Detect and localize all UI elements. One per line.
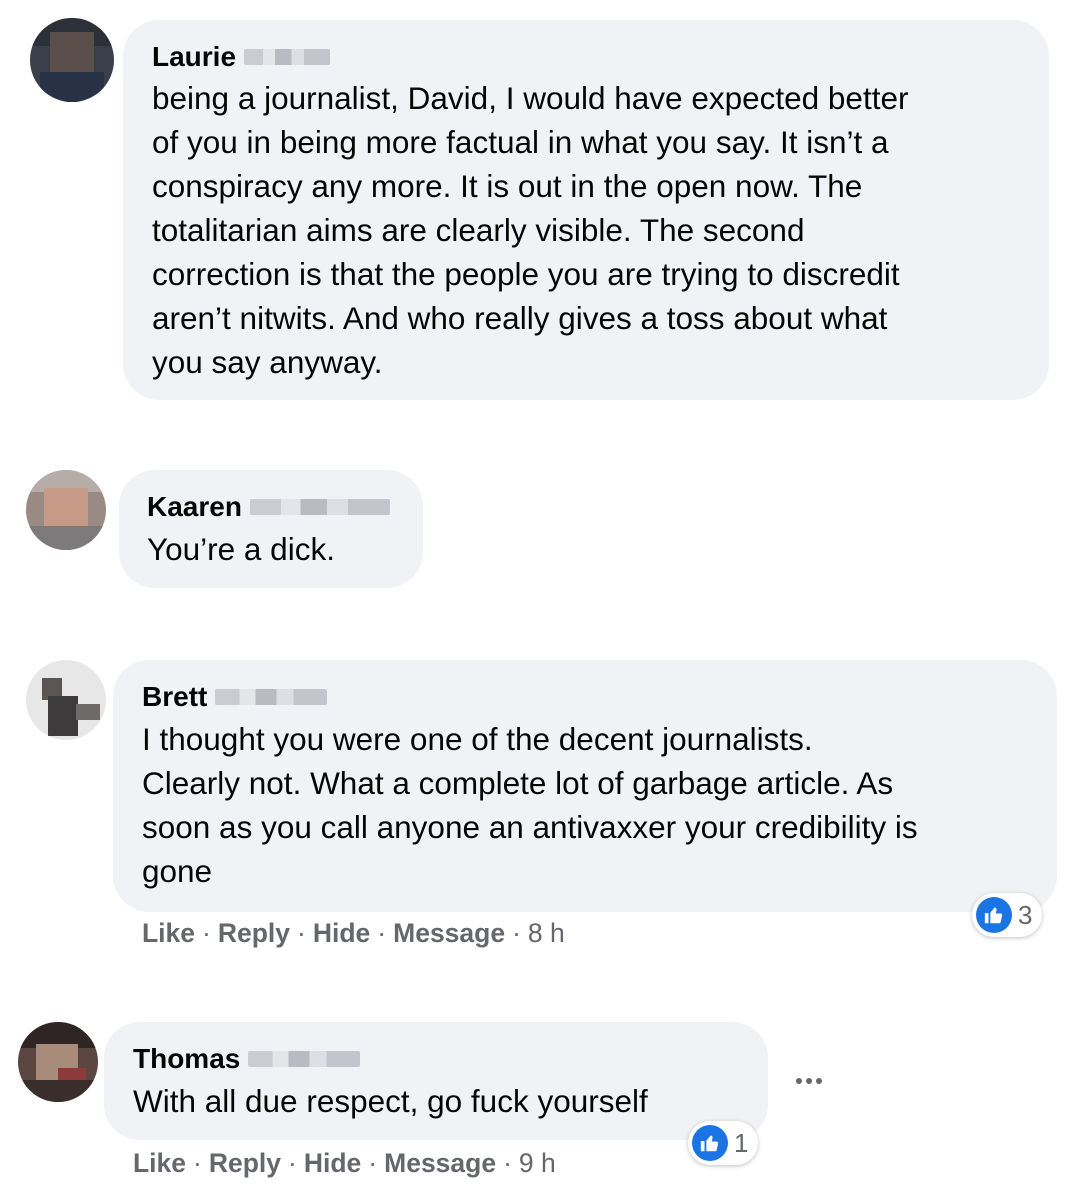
hide-button[interactable]: Hide xyxy=(304,1148,361,1179)
separator: · xyxy=(368,1148,378,1178)
avatar[interactable] xyxy=(30,18,114,102)
dot xyxy=(816,1078,822,1084)
redacted-surname xyxy=(215,689,328,705)
reaction-count: 1 xyxy=(734,1127,749,1158)
comment-author[interactable]: Kaaren xyxy=(147,490,390,524)
avatar[interactable] xyxy=(26,660,106,740)
comment-timestamp[interactable]: 9 h xyxy=(519,1148,556,1179)
comment-timestamp[interactable]: 8 h xyxy=(528,918,565,949)
comment-line: You’re a dick. xyxy=(147,531,335,567)
comment-line: gone xyxy=(142,853,213,889)
comment-line: Clearly not. What a complete lot of garb… xyxy=(142,765,894,801)
hide-button[interactable]: Hide xyxy=(313,918,370,949)
comment-line: I thought you were one of the decent jou… xyxy=(142,721,813,757)
redacted-surname xyxy=(249,499,390,515)
comment-author[interactable]: Laurie xyxy=(152,40,331,74)
comment-text: You’re a dick. xyxy=(147,527,335,571)
author-name[interactable]: Laurie xyxy=(152,40,236,74)
reaction-count-badge[interactable]: 3 xyxy=(972,893,1043,937)
reaction-count-badge[interactable]: 1 xyxy=(688,1121,759,1165)
like-icon xyxy=(976,897,1012,933)
dot xyxy=(796,1078,802,1084)
avatar[interactable] xyxy=(18,1022,98,1102)
comment-line: you say anyway. xyxy=(152,344,383,380)
comment-line: being a journalist, David, I would have … xyxy=(152,80,909,116)
comment-text: being a journalist, David, I would have … xyxy=(152,76,908,384)
separator: · xyxy=(297,918,306,948)
separator: · xyxy=(193,1148,202,1178)
separator: · xyxy=(503,1148,512,1178)
comment-line: aren’t nitwits. And who really gives a t… xyxy=(152,300,888,336)
comment-text: I thought you were one of the decent jou… xyxy=(142,717,918,893)
more-options-icon[interactable] xyxy=(796,1078,822,1084)
avatar[interactable] xyxy=(26,470,106,550)
dot xyxy=(806,1078,812,1084)
reply-button[interactable]: Reply xyxy=(209,1148,281,1179)
like-icon xyxy=(692,1125,728,1161)
comment-line: of you in being more factual in what you… xyxy=(152,124,889,160)
author-name[interactable]: Brett xyxy=(142,680,207,714)
redacted-surname xyxy=(244,49,331,65)
comment-author[interactable]: Brett xyxy=(142,680,328,714)
redacted-surname xyxy=(248,1051,361,1067)
message-button[interactable]: Message xyxy=(393,918,505,949)
comment-actions: Like · Reply · Hide · Message · 8 h xyxy=(142,918,565,949)
comment-line: With all due respect, go fuck yourself xyxy=(133,1083,648,1119)
separator: · xyxy=(288,1148,297,1178)
comment-actions: Like · Reply · Hide · Message · 9 h xyxy=(133,1148,556,1179)
comment-line: conspiracy any more. It is out in the op… xyxy=(152,168,863,204)
comment-text: With all due respect, go fuck yourself xyxy=(133,1079,648,1123)
comment-author[interactable]: Thomas xyxy=(133,1042,361,1076)
reaction-count: 3 xyxy=(1018,899,1033,930)
author-name[interactable]: Thomas xyxy=(133,1042,240,1076)
separator: · xyxy=(377,918,387,948)
separator: · xyxy=(512,918,521,948)
comment-line: correction is that the people you are tr… xyxy=(152,256,900,292)
message-button[interactable]: Message xyxy=(384,1148,496,1179)
like-button[interactable]: Like xyxy=(142,918,195,949)
author-name[interactable]: Kaaren xyxy=(147,490,242,524)
comment-line: soon as you call anyone an antivaxxer yo… xyxy=(142,809,918,845)
like-button[interactable]: Like xyxy=(133,1148,186,1179)
reply-button[interactable]: Reply xyxy=(218,918,290,949)
separator: · xyxy=(202,918,211,948)
comment-line: totalitarian aims are clearly visible. T… xyxy=(152,212,805,248)
